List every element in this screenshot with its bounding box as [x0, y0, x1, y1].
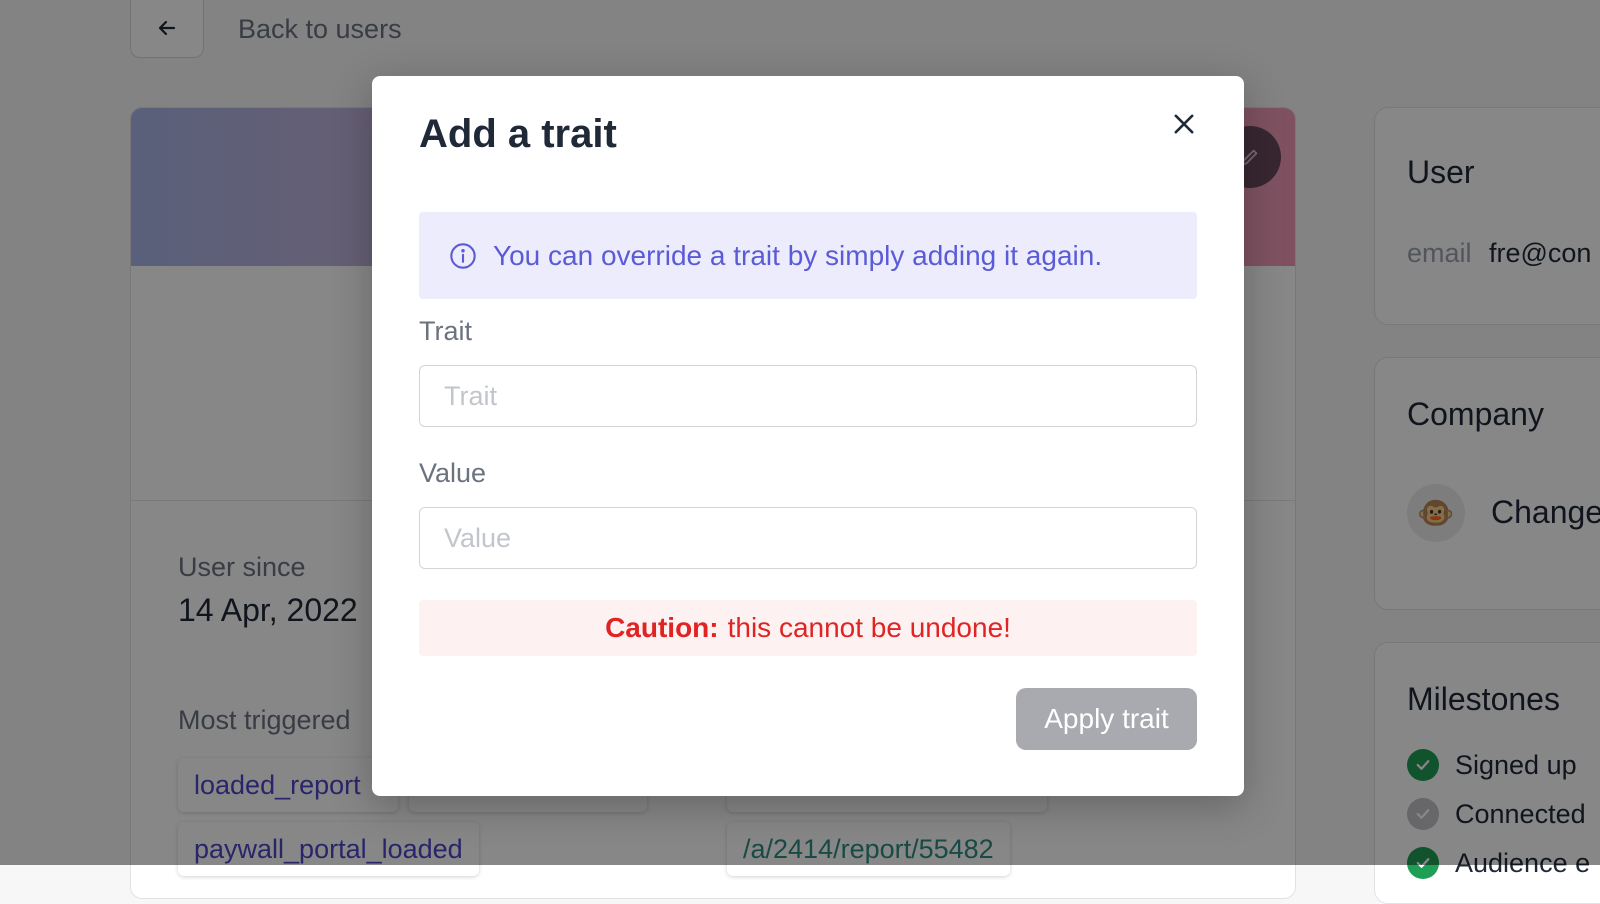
- caution-banner: Caution: this cannot be undone!: [419, 600, 1197, 656]
- value-input[interactable]: [419, 507, 1197, 569]
- trait-input[interactable]: [419, 365, 1197, 427]
- close-button[interactable]: [1164, 104, 1204, 144]
- caution-text: this cannot be undone!: [727, 612, 1011, 643]
- modal-title: Add a trait: [419, 112, 617, 156]
- caution-strong: Caution:: [605, 612, 719, 643]
- info-text: You can override a trait by simply addin…: [493, 239, 1103, 271]
- trait-label: Trait: [419, 316, 472, 346]
- apply-trait-button[interactable]: Apply trait: [1016, 688, 1197, 750]
- info-banner: You can override a trait by simply addin…: [419, 212, 1197, 299]
- value-label: Value: [419, 458, 487, 488]
- info-icon: [450, 242, 476, 269]
- add-trait-modal: Add a trait You can override a trait by …: [372, 76, 1244, 796]
- close-icon: [1174, 114, 1194, 134]
